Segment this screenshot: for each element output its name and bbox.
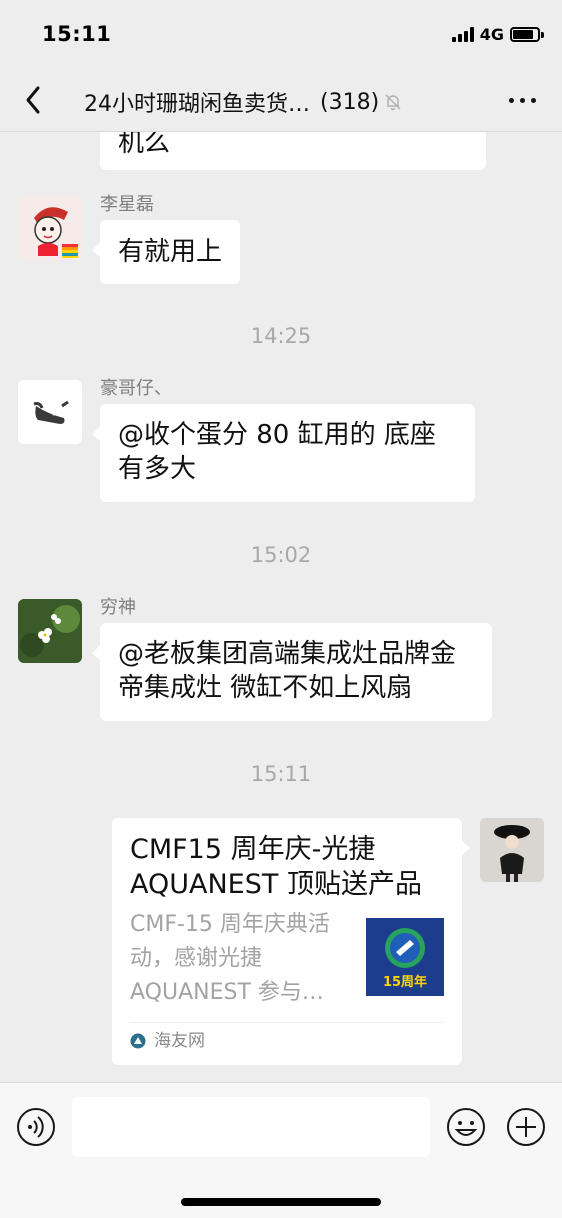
message-text: @老板集团高端集成灶品牌金帝集成灶 微缸不如上风扇	[118, 639, 457, 703]
sender-name: 豪哥仔、	[100, 378, 172, 399]
card-body: CMF-15 周年庆典活动，感谢光捷 AQUANEST 参与… 15周年	[130, 908, 444, 1010]
network-type: 4G	[479, 24, 504, 44]
member-count: (318)	[320, 89, 380, 115]
message-bubble[interactable]: @老板集团高端集成灶品牌金帝集成灶 微缸不如上风扇	[92, 623, 492, 721]
voice-button[interactable]	[16, 1107, 56, 1147]
shared-link-card[interactable]: CMF15 周年庆-光捷 AQUANEST 顶贴送产品 CMF-15 周年庆典活…	[112, 818, 470, 1065]
dot-icon	[509, 97, 514, 103]
dot-icon	[531, 97, 536, 103]
dot-icon	[520, 97, 525, 103]
message-list[interactable]: 机么 李星磊 有就用上 14:25 豪哥仔、 @收个蛋分 80 缸用的 底座有多…	[0, 132, 562, 1082]
flower-avatar-icon	[18, 599, 82, 663]
chat-title-group[interactable]: 24小时珊瑚闲鱼卖货… (318)	[84, 86, 403, 118]
timestamp: 14:25	[250, 324, 312, 348]
more-options-button[interactable]	[509, 90, 536, 110]
back-button[interactable]	[20, 82, 48, 118]
cartoon-avatar-icon	[18, 196, 82, 260]
avatar-sender-1[interactable]	[18, 196, 82, 260]
message-text: 有就用上	[118, 237, 223, 267]
message-bubble[interactable]: @收个蛋分 80 缸用的 底座有多大	[92, 404, 475, 502]
battery-icon	[510, 26, 544, 42]
status-time: 15:11	[42, 22, 112, 46]
avatar-self[interactable]	[480, 818, 544, 882]
duck-avatar-icon	[18, 380, 82, 444]
card-title: CMF15 周年庆-光捷 AQUANEST 顶贴送产品	[130, 834, 422, 900]
card-source-name: 海友网	[154, 1030, 205, 1051]
message-bubble[interactable]: 有就用上	[91, 220, 241, 284]
chat-header: 24小时珊瑚闲鱼卖货… (318)	[0, 68, 562, 132]
sender-name: 李星磊	[100, 194, 154, 215]
message-input[interactable]	[72, 1097, 430, 1157]
person-avatar-icon	[480, 818, 544, 882]
chevron-left-icon	[26, 86, 40, 114]
card-source: 海友网	[130, 1022, 444, 1058]
sender-name: 穷神	[100, 597, 136, 618]
timestamp: 15:11	[250, 762, 312, 786]
message-text: 机么	[118, 132, 171, 158]
avatar-sender-2[interactable]	[18, 380, 82, 444]
card-description: CMF-15 周年庆典活动，感谢光捷 AQUANEST 参与…	[130, 912, 330, 1005]
mute-bell-icon	[385, 94, 401, 111]
card-thumbnail: 15周年	[366, 918, 444, 996]
status-bar: 15:11 4G	[0, 0, 562, 68]
source-logo-icon	[130, 1033, 146, 1048]
home-indicator[interactable]	[181, 1198, 381, 1206]
add-more-button[interactable]	[506, 1107, 546, 1147]
message-text: @收个蛋分 80 缸用的 底座有多大	[118, 420, 436, 484]
emoji-button[interactable]	[446, 1107, 486, 1147]
signal-icon	[451, 26, 474, 42]
timestamp: 15:02	[250, 543, 312, 567]
thumb-label: 15周年	[383, 974, 427, 990]
status-indicators: 4G	[451, 24, 544, 44]
message-bubble-partial[interactable]: 机么	[100, 132, 486, 170]
chat-title: 24小时珊瑚闲鱼卖货…	[84, 92, 310, 117]
avatar-sender-3[interactable]	[18, 599, 82, 663]
